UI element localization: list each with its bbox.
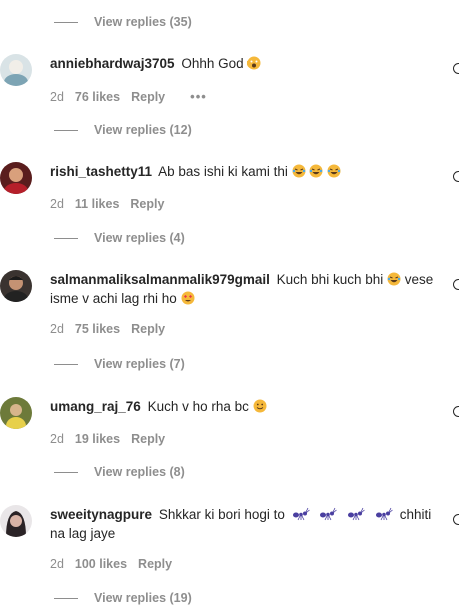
avatar[interactable] bbox=[0, 397, 32, 429]
likes-count[interactable]: 19 likes bbox=[75, 432, 120, 446]
likes-count[interactable]: 100 likes bbox=[75, 557, 127, 571]
comment-username[interactable]: salmanmaliksalmanmalik979gmail bbox=[50, 272, 270, 287]
likes-count[interactable]: 11 likes bbox=[75, 197, 120, 211]
reply-button[interactable]: Reply bbox=[138, 557, 172, 571]
comment-body: anniebhardwaj3705 Ohhh God bbox=[50, 54, 439, 73]
ant-emoji-icon bbox=[375, 507, 393, 521]
avatar[interactable] bbox=[0, 54, 32, 86]
like-heart-icon[interactable] bbox=[449, 513, 459, 525]
divider-line bbox=[54, 129, 78, 131]
comment-meta: 2d 100 likes Reply bbox=[50, 557, 183, 571]
like-heart-icon[interactable] bbox=[449, 170, 459, 182]
view-replies-button[interactable]: View replies (8) bbox=[54, 464, 185, 480]
ant-emoji-icon bbox=[320, 507, 338, 521]
comment-body: salmanmaliksalmanmalik979gmail Kuch bhi … bbox=[50, 270, 439, 308]
view-replies-button[interactable]: View replies (19) bbox=[54, 590, 192, 606]
laughing-emoji-icon bbox=[327, 164, 341, 178]
comment-text: Kuch bhi kuch bhi bbox=[276, 272, 384, 287]
reply-button[interactable]: Reply bbox=[131, 432, 165, 446]
comment-meta: 2d 19 likes Reply bbox=[50, 432, 176, 446]
comment-time: 2d bbox=[50, 197, 64, 211]
divider-line bbox=[54, 237, 78, 239]
comment-body: rishi_tashetty11 Ab bas ishi ki kami thi bbox=[50, 162, 439, 181]
view-replies-label: View replies (7) bbox=[94, 357, 185, 371]
view-replies-button[interactable]: View replies (7) bbox=[54, 356, 185, 372]
reply-button[interactable]: Reply bbox=[130, 197, 164, 211]
comment-body: umang_raj_76 Kuch v ho rha bc bbox=[50, 397, 439, 416]
divider-line bbox=[54, 597, 78, 599]
comment-username[interactable]: rishi_tashetty11 bbox=[50, 164, 152, 179]
comment-time: 2d bbox=[50, 432, 64, 446]
heart-eyes-emoji-icon bbox=[181, 291, 195, 305]
more-options-button[interactable]: ••• bbox=[190, 89, 207, 104]
like-heart-icon[interactable] bbox=[449, 62, 459, 74]
like-heart-icon[interactable] bbox=[449, 278, 459, 290]
comment-username[interactable]: sweeitynagpure bbox=[50, 507, 152, 522]
view-replies-label: View replies (19) bbox=[94, 591, 192, 605]
divider-line bbox=[54, 471, 78, 473]
comment-text: Kuch v ho rha bc bbox=[147, 399, 249, 414]
view-replies-button[interactable]: View replies (35) bbox=[54, 14, 192, 30]
likes-count[interactable]: 75 likes bbox=[75, 322, 120, 336]
view-replies-button[interactable]: View replies (4) bbox=[54, 230, 185, 246]
reply-button[interactable]: Reply bbox=[131, 90, 165, 104]
comment-time: 2d bbox=[50, 89, 64, 104]
view-replies-button[interactable]: View replies (12) bbox=[54, 122, 192, 138]
comment-text: Ohhh God bbox=[181, 56, 244, 71]
comment-time: 2d bbox=[50, 322, 64, 336]
laughing-emoji-icon bbox=[309, 164, 323, 178]
comment-username[interactable]: anniebhardwaj3705 bbox=[50, 56, 175, 71]
likes-count[interactable]: 76 likes bbox=[75, 90, 120, 104]
comment-time: 2d bbox=[50, 557, 64, 571]
divider-line bbox=[54, 21, 78, 23]
like-heart-icon[interactable] bbox=[449, 405, 459, 417]
avatar[interactable] bbox=[0, 270, 32, 302]
scream-emoji-icon bbox=[247, 56, 261, 70]
smile-emoji-icon bbox=[253, 399, 267, 413]
divider-line bbox=[54, 363, 78, 365]
view-replies-label: View replies (4) bbox=[94, 231, 185, 245]
ant-emoji-icon bbox=[348, 507, 365, 521]
avatar[interactable] bbox=[0, 505, 32, 537]
view-replies-label: View replies (12) bbox=[94, 123, 192, 137]
comment-username[interactable]: umang_raj_76 bbox=[50, 399, 141, 414]
view-replies-label: View replies (8) bbox=[94, 465, 185, 479]
laughing-emoji-icon bbox=[292, 164, 306, 178]
laughing-emoji-icon bbox=[387, 272, 401, 286]
avatar[interactable] bbox=[0, 162, 32, 194]
comment-text: Shkkar ki bori hogi to bbox=[158, 507, 285, 522]
comment-meta: 2d 76 likes Reply ••• bbox=[50, 89, 218, 104]
comment-meta: 2d 11 likes Reply bbox=[50, 197, 175, 211]
reply-button[interactable]: Reply bbox=[131, 322, 165, 336]
comment-body: sweeitynagpure Shkkar ki bori hogi to ch… bbox=[50, 505, 439, 543]
comment-text: Ab bas ishi ki kami thi bbox=[158, 164, 288, 179]
comment-meta: 2d 75 likes Reply bbox=[50, 322, 176, 336]
ant-emoji-icon bbox=[292, 507, 310, 521]
view-replies-label: View replies (35) bbox=[94, 15, 192, 29]
